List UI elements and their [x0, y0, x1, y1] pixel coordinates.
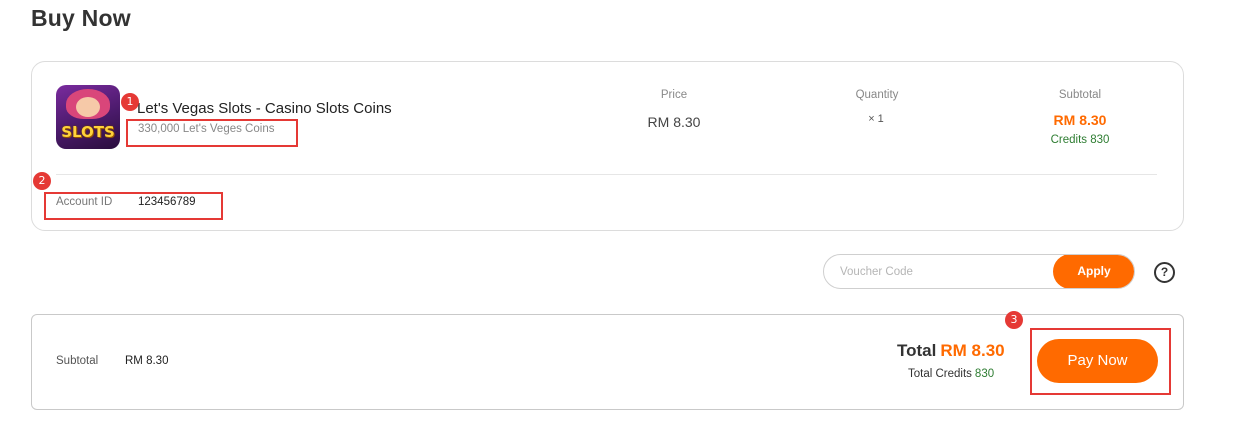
- price-header: Price: [660, 89, 688, 101]
- summary-subtotal-value: RM 8.30: [125, 355, 169, 367]
- price-value: RM 8.30: [647, 114, 701, 130]
- credits-value: Credits 830: [1050, 134, 1110, 146]
- subtotal-header: Subtotal: [1058, 89, 1102, 101]
- divider: [56, 174, 1157, 175]
- subtotal-value: RM 8.30: [1053, 112, 1107, 128]
- thumbnail-slots-text: SLOTS: [61, 123, 115, 141]
- total-label: Total: [897, 341, 937, 360]
- quantity-header: Quantity: [855, 89, 899, 101]
- highlight-box-variant: [126, 119, 298, 147]
- total-credits: Total Credits 830: [908, 368, 994, 380]
- voucher-code-input[interactable]: [840, 264, 1055, 280]
- summary-subtotal-label: Subtotal: [56, 355, 99, 367]
- total-credits-label: Total Credits: [908, 368, 972, 380]
- page-title: Buy Now: [31, 5, 131, 31]
- help-icon[interactable]: ?: [1154, 262, 1175, 283]
- product-name: Let's Vegas Slots - Casino Slots Coins: [137, 100, 392, 117]
- annotation-marker-2: 2: [33, 172, 51, 190]
- game-thumbnail: SLOTS: [56, 85, 120, 149]
- total-row: Total RM 8.30: [897, 341, 1005, 361]
- quantity-value: × 1: [868, 113, 884, 125]
- total-amount: RM 8.30: [940, 341, 1005, 360]
- annotation-marker-1: 1: [121, 93, 139, 111]
- highlight-box-account: [44, 192, 223, 220]
- apply-button[interactable]: Apply: [1053, 255, 1134, 288]
- highlight-box-pay: [1030, 328, 1171, 395]
- annotation-marker-3: 3: [1005, 311, 1023, 329]
- thumbnail-character-face: [76, 97, 100, 117]
- total-credits-value: 830: [974, 368, 995, 380]
- voucher-field: Apply: [823, 254, 1135, 289]
